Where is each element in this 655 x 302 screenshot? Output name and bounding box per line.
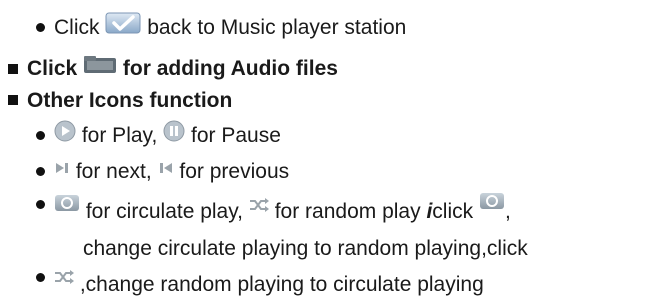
other-icons-heading: Other Icons function (27, 89, 233, 112)
circulate-play-icon (479, 191, 505, 217)
pause-icon (163, 120, 185, 149)
circulate-random-line: for circulate play, for random play icli… (36, 193, 511, 225)
bullet-dot (36, 199, 45, 209)
next-text: for next, (75, 160, 152, 183)
click-label: Click (54, 16, 100, 40)
random-play-icon (249, 193, 269, 219)
change-to-circulate-text: ,change random playing to circulate play… (79, 273, 484, 296)
bullet-dot (36, 131, 45, 140)
play-text: for Play, (81, 124, 158, 148)
previous-icon (158, 157, 174, 183)
play-pause-line: for Play, for Pause (36, 120, 281, 151)
click-text: click (432, 200, 474, 223)
bullet-dot (36, 166, 45, 176)
add-audio-instruction: Click for adding Audio files (8, 56, 338, 83)
change-to-circulate-line: ,change random playing to circulate play… (36, 270, 484, 298)
bullet-square (8, 95, 18, 106)
section-heading: Other Icons function (8, 88, 232, 114)
random-play-icon (54, 265, 74, 291)
back-text: back to Music player station (147, 16, 407, 40)
pause-text: for Pause (191, 124, 281, 148)
bullet-dot (36, 272, 45, 282)
bullet-square (8, 63, 18, 74)
back-check-icon (105, 12, 141, 41)
bullet-dot (36, 23, 45, 32)
previous-text: for previous (179, 160, 290, 183)
next-icon (54, 157, 70, 183)
comma-text: , (504, 200, 511, 223)
add-audio-text: for adding Audio files (122, 57, 338, 81)
change-to-random-line: change circulate playing to random playi… (83, 236, 528, 262)
random-text: for random play (274, 200, 421, 223)
back-instruction: Click back to Music player station (36, 12, 407, 43)
circulate-text: for circulate play, (85, 200, 244, 223)
add-audio-folder-icon (83, 54, 117, 81)
play-icon (54, 120, 76, 149)
circulate-play-icon (54, 193, 80, 219)
change-to-random-text: change circulate playing to random playi… (83, 237, 528, 260)
next-previous-line: for next, for previous (36, 159, 289, 185)
click-label: Click (27, 57, 78, 81)
